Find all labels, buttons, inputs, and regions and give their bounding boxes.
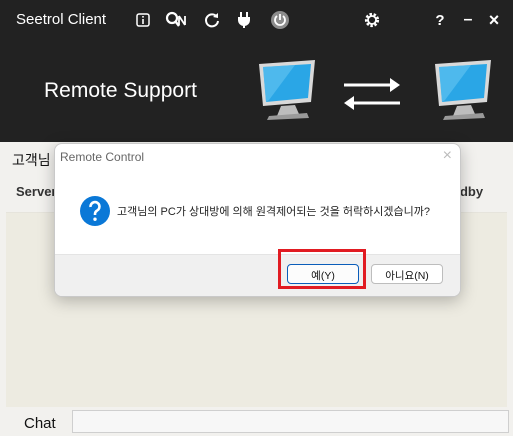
customer-label: 고객님 xyxy=(12,152,51,168)
remote-control-dialog: Remote Control × 고객님의 PC가 상대방에 의해 원격제어되는… xyxy=(54,143,461,297)
dialog-footer: 예(Y) 아니요(N) xyxy=(55,254,460,296)
dialog-title: Remote Control xyxy=(60,150,145,164)
chat-label: Chat xyxy=(24,415,56,432)
info-icon[interactable] xyxy=(131,8,155,32)
title-bar: Seetrol Client ? – × xyxy=(0,0,513,40)
help-icon[interactable]: ? xyxy=(428,8,452,32)
yes-button[interactable]: 예(Y) xyxy=(287,264,359,284)
dialog-message: 고객님의 PC가 상대방에 의해 원격제어되는 것을 허락하시겠습니까? xyxy=(117,206,430,218)
plug-icon[interactable] xyxy=(232,8,256,32)
local-monitor-icon xyxy=(259,60,315,120)
minimize-icon[interactable]: – xyxy=(456,8,480,32)
transfer-arrows-icon xyxy=(344,78,400,110)
banner-title: Remote Support xyxy=(44,79,197,102)
app-title: Seetrol Client xyxy=(16,11,107,28)
close-icon[interactable]: × xyxy=(482,8,506,32)
remote-monitor-icon xyxy=(435,60,491,120)
power-icon[interactable] xyxy=(268,8,292,32)
no-button[interactable]: 아니요(N) xyxy=(371,264,443,284)
banner: Remote Support xyxy=(0,40,513,142)
question-icon xyxy=(80,196,110,226)
dialog-close-icon[interactable]: × xyxy=(443,147,452,165)
refresh-icon[interactable] xyxy=(200,8,224,32)
gear-icon[interactable] xyxy=(360,8,384,32)
key-search-icon[interactable] xyxy=(165,8,189,32)
server-label: Server xyxy=(16,184,57,199)
chat-input[interactable] xyxy=(72,410,509,433)
